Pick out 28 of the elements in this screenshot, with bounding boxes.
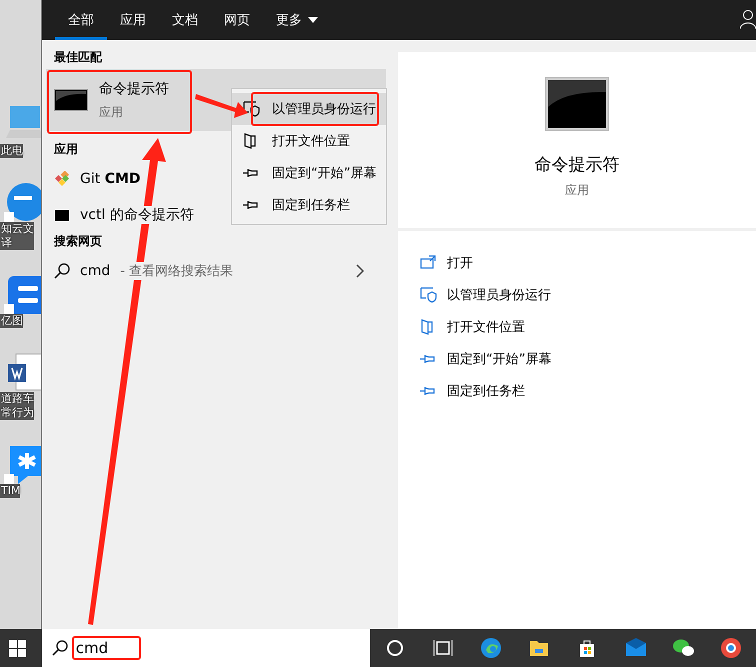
icon-label: TIM xyxy=(0,484,20,498)
tab[interactable]: 文档 xyxy=(159,0,211,40)
result-title: vctl 的命令提示符 xyxy=(80,206,194,224)
menu-item[interactable]: 以管理员身份运行 xyxy=(232,93,386,125)
result-title: 命令提示符 xyxy=(99,80,169,98)
detail-title: 命令提示符 xyxy=(534,154,620,176)
detail-type: 应用 xyxy=(565,182,589,199)
icon-label: 亿图 xyxy=(0,314,23,328)
action-item[interactable]: 固定到任务栏 xyxy=(420,375,525,407)
search-input[interactable]: cmd xyxy=(76,639,276,657)
action-item[interactable]: 以管理员身份运行 xyxy=(420,279,551,311)
action-item[interactable]: 打开文件位置 xyxy=(420,311,525,343)
result-type: 应用 xyxy=(99,104,124,120)
tab[interactable]: 全部 xyxy=(55,0,107,40)
icon-label: 知云文 译 xyxy=(0,222,34,250)
menu-item[interactable]: 固定到“开始”屏幕 xyxy=(232,157,386,189)
tab[interactable]: 网页 xyxy=(211,0,263,40)
result-item[interactable]: cmd - 查看网络搜索结果 xyxy=(42,253,386,289)
action-item[interactable]: 打开 xyxy=(420,247,473,279)
menu-item[interactable]: 固定到任务栏 xyxy=(232,189,386,221)
icon-label: 道路车 常行为 xyxy=(0,392,34,420)
section-heading: 搜索网页 xyxy=(52,233,103,249)
action-item[interactable]: 固定到“开始”屏幕 xyxy=(420,343,552,375)
icon-label: 此电 xyxy=(0,144,23,158)
tab[interactable]: 更多 xyxy=(263,0,331,40)
search-box[interactable]: cmd xyxy=(42,629,370,667)
tab[interactable]: 应用 xyxy=(107,0,159,40)
section-heading: 最佳匹配 xyxy=(53,49,103,65)
